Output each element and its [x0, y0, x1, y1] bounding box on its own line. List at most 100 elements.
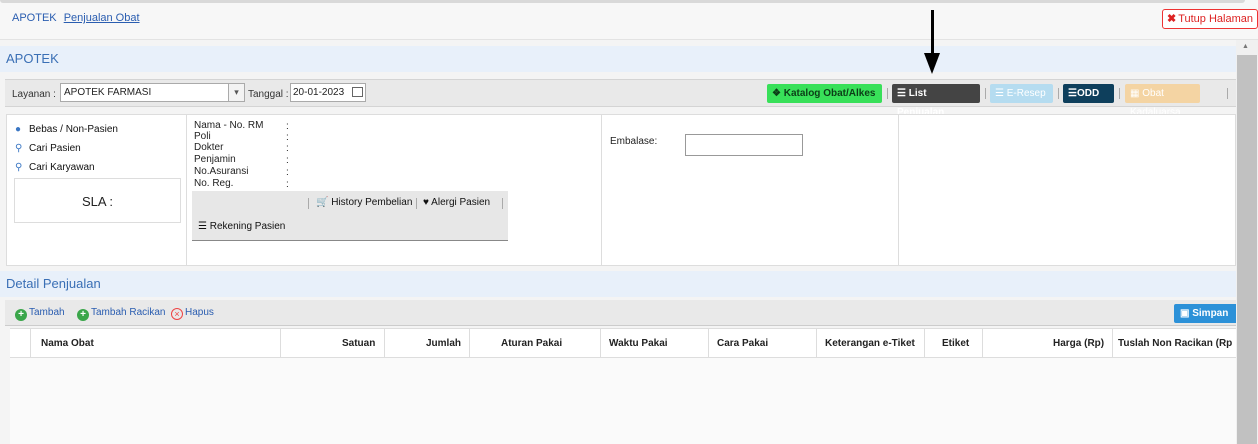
breadcrumb-current[interactable]: Penjualan Obat — [64, 12, 140, 24]
colon: : — [286, 143, 289, 154]
col-nama-obat[interactable]: Nama Obat — [41, 338, 94, 349]
colon: : — [286, 132, 289, 143]
column-separator — [30, 329, 31, 358]
top-shadow — [0, 0, 1245, 3]
col-keterangan[interactable]: Keterangan e-Tiket — [825, 338, 915, 349]
history-button[interactable]: 🛒 History Pembelian — [316, 197, 412, 208]
top-bar: APOTEK Penjualan Obat ✖ Tutup Halaman — [0, 0, 1258, 40]
plus-icon: + — [77, 309, 89, 321]
column-divider — [898, 115, 899, 265]
column-separator — [280, 329, 281, 358]
bebas-option[interactable]: ● Bebas / Non-Pasien — [15, 124, 118, 135]
eresep-label: E-Resep — [1006, 88, 1046, 99]
colon: : — [286, 121, 289, 132]
tanggal-input[interactable]: 20-01-2023 — [290, 83, 366, 102]
rekening-button[interactable]: ☰ Rekening Pasien — [198, 221, 285, 232]
separator — [985, 88, 986, 99]
separator — [1227, 88, 1228, 99]
patient-actions: 🛒 History Pembelian ♥ Alergi Pasien ☰ Re… — [192, 191, 508, 241]
alergi-button[interactable]: ♥ Alergi Pasien — [423, 197, 490, 208]
column-divider — [186, 115, 187, 265]
breadcrumb: APOTEK Penjualan Obat — [12, 12, 140, 24]
separator — [416, 198, 417, 209]
annotation-arrow-head — [924, 53, 940, 74]
column-separator — [384, 329, 385, 358]
cari-karyawan-option[interactable]: ⚲ Cari Karyawan — [15, 162, 95, 173]
col-satuan[interactable]: Satuan — [342, 338, 375, 349]
tambah-button[interactable]: + Tambah — [15, 307, 65, 321]
layanan-value: APOTEK FARMASI — [64, 87, 152, 98]
col-cara-pakai[interactable]: Cara Pakai — [717, 338, 768, 349]
search-icon: ⚲ — [15, 162, 23, 173]
hapus-label: Hapus — [185, 307, 214, 318]
col-tuslah[interactable]: Tuslah Non Racikan (Rp — [1118, 338, 1236, 349]
field-noreg: No. Reg. — [194, 178, 234, 189]
kadaluarsa-button[interactable]: ▦ Obat Kadaluarsa — [1125, 84, 1200, 118]
chevron-down-icon[interactable]: ▾ — [228, 84, 244, 101]
breadcrumb-root[interactable]: APOTEK — [12, 12, 57, 24]
separator — [1058, 88, 1059, 99]
list-icon: ☰ — [1068, 88, 1077, 99]
annotation-arrow — [931, 10, 934, 58]
column-separator — [1112, 329, 1113, 358]
separator — [1119, 88, 1120, 99]
eresep-button[interactable]: ☰ E-Resep — [990, 84, 1053, 103]
history-label: History Pembelian — [331, 197, 413, 208]
list-icon: ☰ — [198, 221, 210, 232]
close-icon: × — [171, 308, 183, 320]
search-icon: ⚲ — [15, 143, 23, 154]
patient-info-area: ● Bebas / Non-Pasien ⚲ Cari Pasien ⚲ Cari K… — [6, 114, 1236, 266]
tanggal-label: Tanggal : — [248, 89, 289, 100]
calendar-icon[interactable] — [352, 87, 363, 97]
close-page-button[interactable]: ✖ Tutup Halaman — [1161, 9, 1258, 29]
field-dokter: Dokter — [194, 142, 224, 153]
detail-title: Detail Penjualan — [0, 271, 1236, 297]
field-asuransi: No.Asuransi — [194, 166, 249, 177]
colon: : — [286, 155, 289, 166]
col-etiket[interactable]: Etiket — [942, 338, 969, 349]
separator — [308, 198, 309, 209]
cari-pasien-option[interactable]: ⚲ Cari Pasien — [15, 143, 81, 154]
column-separator — [982, 329, 983, 358]
main-toolbar: Layanan : APOTEK FARMASI ▾ Tanggal : 20-… — [5, 79, 1236, 118]
field-poli: Poli — [194, 131, 211, 142]
scroll-thumb[interactable] — [1237, 55, 1257, 444]
simpan-button[interactable]: ▣ Simpan & — [1174, 304, 1236, 338]
column-separator — [469, 329, 470, 358]
layanan-label: Layanan : — [12, 89, 56, 100]
dropbox-icon: ❖ — [772, 88, 784, 99]
hapus-button[interactable]: × Hapus — [171, 307, 214, 320]
detail-toolbar: + Tambah + Tambah Racikan × Hapus ▣ Simpan … — [5, 300, 1236, 338]
katalog-label: Katalog Obat/Alkes — [783, 88, 876, 99]
column-separator — [816, 329, 817, 358]
separator — [887, 88, 888, 99]
col-jumlah[interactable]: Jumlah — [426, 338, 461, 349]
field-penjamin: Penjamin — [194, 154, 236, 165]
user-icon: ● — [15, 124, 22, 135]
colon: : — [286, 179, 289, 190]
embalase-input[interactable] — [685, 134, 803, 156]
col-waktu-pakai[interactable]: Waktu Pakai — [609, 338, 668, 349]
tambah-label: Tambah — [29, 307, 65, 318]
close-page-label: Tutup Halaman — [1178, 13, 1253, 25]
col-aturan-pakai[interactable]: Aturan Pakai — [501, 338, 562, 349]
embalase-label: Embalase: — [610, 136, 658, 147]
list-penjualan-button[interactable]: ☰ List Penjualan — [892, 84, 980, 118]
odd-button[interactable]: ☰ODD — [1063, 84, 1114, 103]
odd-label: ODD — [1076, 88, 1100, 99]
tambah-racikan-button[interactable]: + Tambah Racikan — [77, 307, 165, 321]
separator — [502, 198, 503, 209]
page-scrollbar[interactable]: ▲ — [1236, 40, 1258, 444]
field-nama: Nama - No. RM — [194, 120, 264, 131]
scroll-up-icon[interactable]: ▲ — [1242, 43, 1249, 50]
column-separator — [924, 329, 925, 358]
col-harga[interactable]: Harga (Rp) — [1053, 338, 1104, 349]
grid-header: Nama Obat Satuan Jumlah Aturan Pakai Wak… — [10, 328, 1236, 358]
katalog-button[interactable]: ❖ Katalog Obat/Alkes — [767, 84, 882, 103]
cari-karyawan-label: Cari Karyawan — [29, 162, 95, 173]
alergi-label: Alergi Pasien — [431, 197, 491, 208]
save-icon: ▣ — [1180, 308, 1193, 319]
heartbeat-icon: ♥ — [423, 197, 432, 208]
layanan-select[interactable]: APOTEK FARMASI ▾ — [60, 83, 245, 102]
colon: : — [286, 167, 289, 178]
